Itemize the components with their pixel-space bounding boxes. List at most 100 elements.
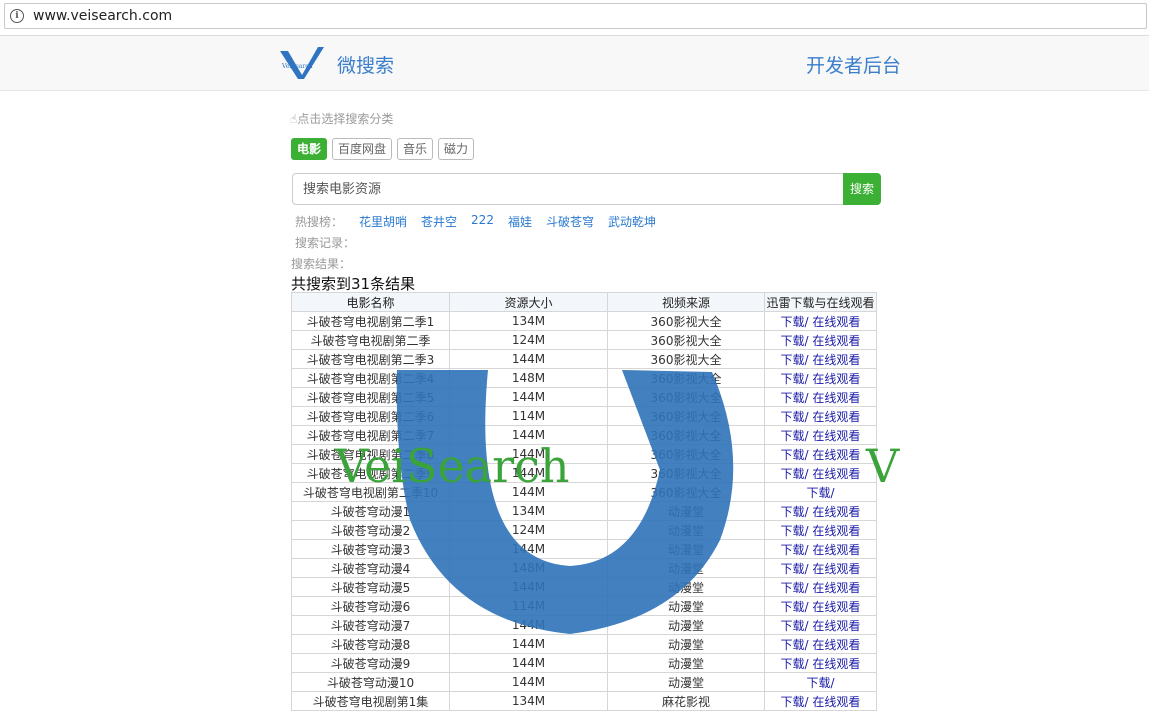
- download-link[interactable]: 下载/: [781, 657, 809, 671]
- download-link[interactable]: 下载/: [781, 543, 809, 557]
- download-link[interactable]: 下载/: [781, 600, 809, 614]
- download-link[interactable]: 下载/: [781, 353, 809, 367]
- cell-size: 148M: [449, 558, 608, 578]
- download-link[interactable]: 下载/: [781, 638, 809, 652]
- download-link[interactable]: 下载/: [781, 448, 809, 462]
- download-link[interactable]: 下载/: [781, 581, 809, 595]
- cell-size: 114M: [449, 596, 608, 616]
- watch-online-link[interactable]: 在线观看: [812, 619, 860, 633]
- cell-source: 360影视大全: [607, 425, 765, 445]
- cell-links: 下载/ 在线观看: [764, 463, 877, 483]
- watch-online-link[interactable]: 在线观看: [812, 315, 860, 329]
- cell-source: 动漫堂: [607, 577, 765, 597]
- cell-size: 144M: [449, 349, 608, 369]
- cell-name: 斗破苍穹电视剧第二季6: [291, 406, 450, 426]
- watch-online-link[interactable]: 在线观看: [812, 372, 860, 386]
- cell-name: 斗破苍穹电视剧第二季9: [291, 463, 450, 483]
- watch-online-link[interactable]: 在线观看: [812, 562, 860, 576]
- watch-online-link[interactable]: 在线观看: [812, 600, 860, 614]
- search-input[interactable]: [292, 173, 844, 205]
- url-text[interactable]: www.veisearch.com: [33, 8, 172, 24]
- hot-search-label: 热搜榜：: [295, 215, 344, 229]
- cell-size: 144M: [449, 463, 608, 483]
- download-link[interactable]: 下载/: [781, 410, 809, 424]
- cell-links: 下载/ 在线观看: [764, 501, 877, 521]
- url-field[interactable]: i www.veisearch.com: [4, 3, 1147, 29]
- cell-links: 下载/ 在线观看: [764, 406, 877, 426]
- table-row: 斗破苍穹电视剧第二季1 134M 360影视大全 下载/ 在线观看: [291, 311, 877, 331]
- watch-online-link[interactable]: 在线观看: [812, 334, 860, 348]
- table-row: 斗破苍穹动漫6 114M 动漫堂 下载/ 在线观看: [291, 596, 877, 616]
- cell-source: 动漫堂: [607, 634, 765, 654]
- watch-online-link[interactable]: 在线观看: [812, 524, 860, 538]
- download-link[interactable]: 下载/: [781, 334, 809, 348]
- watch-online-link[interactable]: 在线观看: [812, 543, 860, 557]
- cell-source: 动漫堂: [607, 672, 765, 692]
- cell-source: 动漫堂: [607, 653, 765, 673]
- watch-online-link[interactable]: 在线观看: [812, 429, 860, 443]
- cell-source: 360影视大全: [607, 463, 765, 483]
- table-row: 斗破苍穹电视剧第二季4 148M 360影视大全 下载/ 在线观看: [291, 368, 877, 388]
- table-row: 斗破苍穹电视剧第二季8 144M 360影视大全 下载/ 在线观看: [291, 444, 877, 464]
- table-row: 斗破苍穹动漫9 144M 动漫堂 下载/ 在线观看: [291, 653, 877, 673]
- cell-size: 134M: [449, 501, 608, 521]
- hot-keyword[interactable]: 斗破苍穹: [546, 213, 594, 230]
- watch-online-link[interactable]: 在线观看: [812, 410, 860, 424]
- category-music[interactable]: 音乐: [397, 138, 434, 160]
- cell-links: 下载/ 在线观看: [764, 349, 877, 369]
- watch-online-link[interactable]: 在线观看: [812, 657, 860, 671]
- hot-keyword[interactable]: 花里胡哨: [359, 213, 407, 230]
- cell-links: 下载/ 在线观看: [764, 368, 877, 388]
- download-link[interactable]: 下载/: [781, 467, 809, 481]
- category-movie[interactable]: 电影: [291, 138, 328, 160]
- watch-online-link[interactable]: 在线观看: [812, 695, 860, 709]
- info-icon[interactable]: i: [10, 9, 24, 23]
- cell-size: 148M: [449, 368, 608, 388]
- watch-online-link[interactable]: 在线观看: [812, 505, 860, 519]
- cell-name: 斗破苍穹电视剧第二季5: [291, 387, 450, 407]
- watch-online-link[interactable]: 在线观看: [812, 353, 860, 367]
- results-count: 共搜索到31条结果: [291, 275, 416, 293]
- brand-link[interactable]: 微搜索: [337, 51, 394, 78]
- cell-source: 动漫堂: [607, 558, 765, 578]
- cell-links: 下载/ 在线观看: [764, 425, 877, 445]
- search-button[interactable]: 搜索: [843, 173, 881, 205]
- cell-name: 斗破苍穹动漫4: [291, 558, 450, 578]
- download-link[interactable]: 下载/: [781, 619, 809, 633]
- watch-online-link[interactable]: 在线观看: [812, 448, 860, 462]
- download-link[interactable]: 下载/: [781, 695, 809, 709]
- developer-console-link[interactable]: 开发者后台: [806, 51, 901, 78]
- hot-keyword[interactable]: 福娃: [508, 213, 532, 230]
- cell-size: 144M: [449, 425, 608, 445]
- download-link[interactable]: 下载/: [781, 429, 809, 443]
- category-magnet[interactable]: 磁力: [438, 138, 475, 160]
- cell-size: 144M: [449, 577, 608, 597]
- watch-online-link[interactable]: 在线观看: [812, 581, 860, 595]
- cell-name: 斗破苍穹电视剧第二季4: [291, 368, 450, 388]
- download-link[interactable]: 下载/: [781, 372, 809, 386]
- category-baidu-pan[interactable]: 百度网盘: [332, 138, 393, 160]
- download-link[interactable]: 下载/: [781, 391, 809, 405]
- download-link[interactable]: 下载/: [781, 315, 809, 329]
- cell-source: 360影视大全: [607, 330, 765, 350]
- hot-keyword[interactable]: 苍井空: [421, 213, 457, 230]
- watch-online-link[interactable]: 在线观看: [812, 638, 860, 652]
- cell-size: 144M: [449, 482, 608, 502]
- cell-size: 144M: [449, 653, 608, 673]
- table-row: 斗破苍穹动漫4 148M 动漫堂 下载/ 在线观看: [291, 558, 877, 578]
- cell-name: 斗破苍穹动漫10: [291, 672, 450, 692]
- hot-keyword[interactable]: 222: [471, 213, 494, 230]
- cell-source: 360影视大全: [607, 368, 765, 388]
- download-link[interactable]: 下载/: [781, 505, 809, 519]
- table-row: 斗破苍穹电视剧第二季10 144M 360影视大全 下载/: [291, 482, 877, 502]
- watch-online-link[interactable]: 在线观看: [812, 391, 860, 405]
- hot-keyword[interactable]: 武动乾坤: [608, 213, 656, 230]
- download-link[interactable]: 下载/: [781, 562, 809, 576]
- download-link[interactable]: 下载/: [781, 524, 809, 538]
- veisearch-logo-icon[interactable]: VeiSearch: [278, 45, 326, 81]
- download-link[interactable]: 下载/: [806, 486, 834, 500]
- table-row: 斗破苍穹电视剧第二季3 144M 360影视大全 下载/ 在线观看: [291, 349, 877, 369]
- search-bar: 搜索: [292, 173, 881, 205]
- download-link[interactable]: 下载/: [806, 676, 834, 690]
- watch-online-link[interactable]: 在线观看: [812, 467, 860, 481]
